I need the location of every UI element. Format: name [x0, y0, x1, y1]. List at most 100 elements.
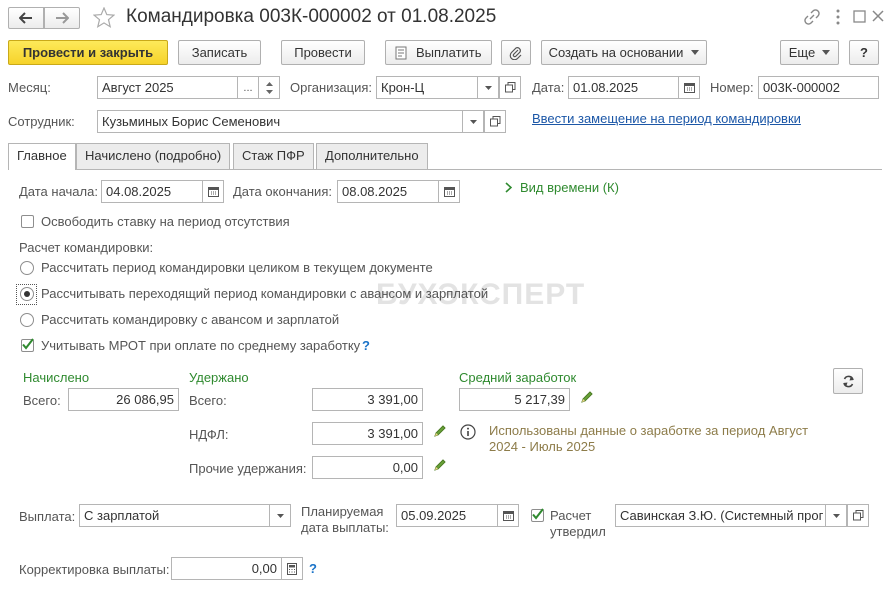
more-button[interactable]: Еще	[780, 40, 839, 65]
approved-by-dropdown-button[interactable]	[825, 504, 847, 527]
planned-date-field[interactable]: 05.09.2025	[396, 504, 498, 527]
tabs-underline	[8, 169, 882, 170]
open-window-icon	[852, 510, 863, 521]
calculator-icon	[287, 562, 297, 575]
start-date-label: Дата начала:	[19, 184, 98, 199]
start-date-calendar-button[interactable]	[202, 180, 224, 203]
withheld-total-label: Всего:	[189, 393, 227, 408]
accrued-total-label: Всего:	[23, 393, 61, 408]
release-rate-checkbox[interactable]	[21, 215, 34, 228]
forward-button[interactable]	[44, 7, 80, 29]
time-kind-toggle[interactable]: Вид времени (К)	[505, 180, 619, 195]
release-rate-label: Освободить ставку на период отсутствия	[41, 214, 290, 229]
number-field[interactable]: 003К-000002	[758, 76, 879, 99]
info-text-line1: Использованы данные о заработке за перио…	[489, 423, 809, 438]
post-button[interactable]: Провести	[281, 40, 365, 65]
withheld-total-field[interactable]: 3 391,00	[312, 388, 423, 411]
create-based-on-label: Создать на основании	[548, 45, 684, 60]
open-window-icon	[504, 82, 515, 93]
end-date-field[interactable]: 08.08.2025	[337, 180, 439, 203]
end-date-calendar-button[interactable]	[438, 180, 460, 203]
more-vertical-icon[interactable]	[835, 9, 841, 25]
calendar-icon	[502, 511, 514, 521]
radio-whole-period[interactable]	[20, 261, 34, 275]
chevron-down-icon	[484, 85, 492, 90]
month-field[interactable]: Август 2025	[97, 76, 238, 99]
end-date-label: Дата окончания:	[233, 184, 332, 199]
attach-button[interactable]	[501, 40, 531, 65]
planned-date-calendar-button[interactable]	[497, 504, 519, 527]
document-icon	[395, 46, 407, 59]
back-button[interactable]	[8, 7, 44, 29]
time-kind-label: Вид времени (К)	[520, 180, 619, 195]
avg-earnings-field[interactable]: 5 217,39	[459, 388, 570, 411]
employee-dropdown-button[interactable]	[462, 110, 484, 133]
refresh-icon	[842, 375, 854, 387]
save-button[interactable]: Записать	[178, 40, 261, 65]
radio-with-advance[interactable]	[20, 313, 34, 327]
calendar-icon	[207, 187, 219, 197]
post-and-close-button[interactable]: Провести и закрыть	[8, 40, 168, 65]
payment-dropdown-button[interactable]	[269, 504, 291, 527]
edit-avg-pencil-icon[interactable]	[580, 390, 594, 404]
window-title: Командировка 003К-000002 от 01.08.2025	[126, 6, 497, 27]
tab-pfr-experience[interactable]: Стаж ПФР	[233, 143, 314, 169]
triangle-up-icon	[265, 81, 273, 86]
payment-correction-field[interactable]: 0,00	[171, 557, 282, 580]
close-icon[interactable]	[872, 10, 884, 22]
month-select-button[interactable]: ...	[237, 76, 259, 99]
accrued-title: Начислено	[23, 370, 90, 385]
info-icon	[460, 424, 476, 440]
date-calendar-button[interactable]	[678, 76, 700, 99]
date-field[interactable]: 01.08.2025	[568, 76, 679, 99]
edit-ndfl-pencil-icon[interactable]	[433, 424, 447, 438]
arrow-right-icon	[56, 12, 69, 24]
mrot-help-icon[interactable]: ?	[362, 338, 370, 353]
help-button[interactable]: ?	[849, 40, 879, 65]
triangle-down-icon	[265, 89, 273, 94]
radio-transitional-period[interactable]	[20, 287, 34, 301]
payment-label: Выплата:	[19, 509, 76, 524]
approved-label-line2: утвердил	[550, 524, 606, 539]
approved-by-open-button[interactable]	[847, 504, 869, 527]
approved-by-field[interactable]: Савинская З.Ю. (Системный прог	[615, 504, 826, 527]
edit-other-pencil-icon[interactable]	[433, 458, 447, 472]
employee-open-button[interactable]	[484, 110, 506, 133]
organization-open-button[interactable]	[499, 76, 521, 99]
create-based-on-button[interactable]: Создать на основании	[541, 40, 707, 65]
tab-accrued-detailed[interactable]: Начислено (подробно)	[76, 143, 231, 169]
planned-date-label-line2: дата выплаты:	[301, 520, 389, 535]
favorite-star-icon[interactable]	[93, 7, 115, 28]
approved-checkbox[interactable]	[531, 508, 544, 522]
replacement-link[interactable]: Ввести замещение на период командировки	[532, 111, 801, 126]
checkmark-icon	[22, 338, 34, 350]
chevron-down-icon	[276, 513, 284, 518]
employee-label: Сотрудник:	[8, 114, 75, 129]
calendar-icon	[683, 83, 695, 93]
payment-field[interactable]: С зарплатой	[79, 504, 270, 527]
payment-correction-label: Корректировка выплаты:	[19, 562, 170, 577]
accrued-total-field[interactable]: 26 086,95	[68, 388, 179, 411]
maximize-icon[interactable]	[853, 10, 866, 23]
payment-correction-help-icon[interactable]: ?	[309, 561, 317, 576]
organization-dropdown-button[interactable]	[477, 76, 499, 99]
refresh-button[interactable]	[833, 368, 863, 394]
radio-with-advance-label: Рассчитать командировку с авансом и зарп…	[41, 312, 340, 327]
tab-additional[interactable]: Дополнительно	[316, 143, 428, 169]
pay-button[interactable]: Выплатить	[385, 40, 492, 65]
mrot-checkbox[interactable]	[21, 338, 34, 352]
payment-correction-calculator-button[interactable]	[281, 557, 303, 580]
month-stepper[interactable]	[258, 76, 280, 99]
tab-main[interactable]: Главное	[8, 143, 76, 170]
other-withholdings-field[interactable]: 0,00	[312, 456, 423, 479]
ndfl-field[interactable]: 3 391,00	[312, 422, 423, 445]
organization-field[interactable]: Крон-Ц	[376, 76, 478, 99]
employee-field[interactable]: Кузьминых Борис Семенович	[97, 110, 463, 133]
info-text-line2: 2024 - Июль 2025	[489, 439, 596, 454]
approved-label-line1: Расчет	[550, 508, 592, 523]
date-label: Дата:	[532, 80, 565, 95]
chevron-down-icon	[469, 119, 477, 124]
start-date-field[interactable]: 04.08.2025	[101, 180, 203, 203]
link-icon[interactable]	[804, 9, 820, 25]
other-withholdings-label: Прочие удержания:	[189, 461, 307, 476]
